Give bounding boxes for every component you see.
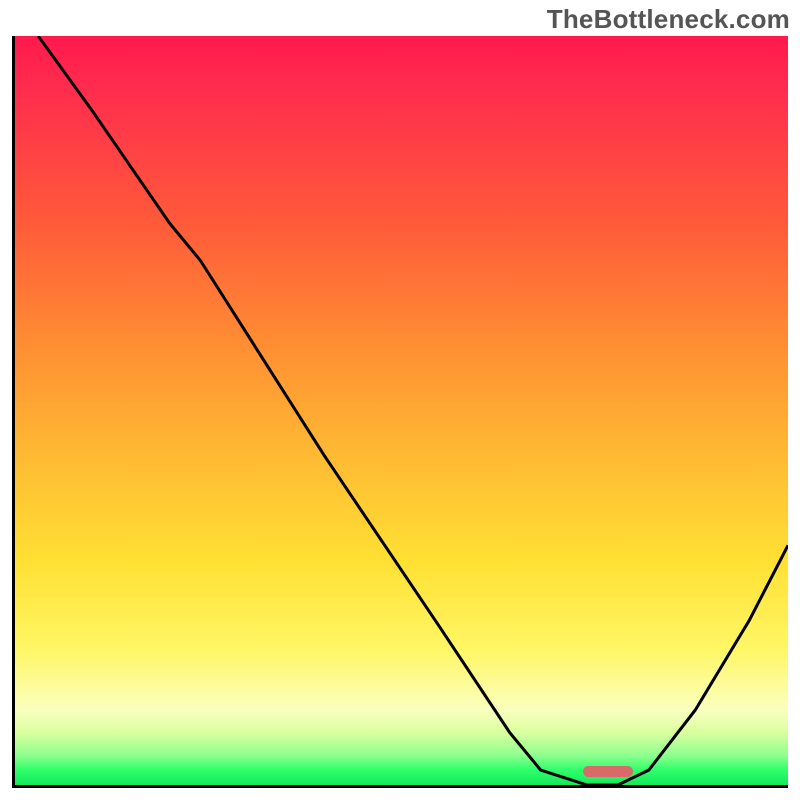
chart-curve: [15, 36, 788, 785]
watermark-text: TheBottleneck.com: [547, 4, 790, 35]
chart-axes: [12, 36, 788, 788]
chart-curve-path: [38, 36, 788, 785]
